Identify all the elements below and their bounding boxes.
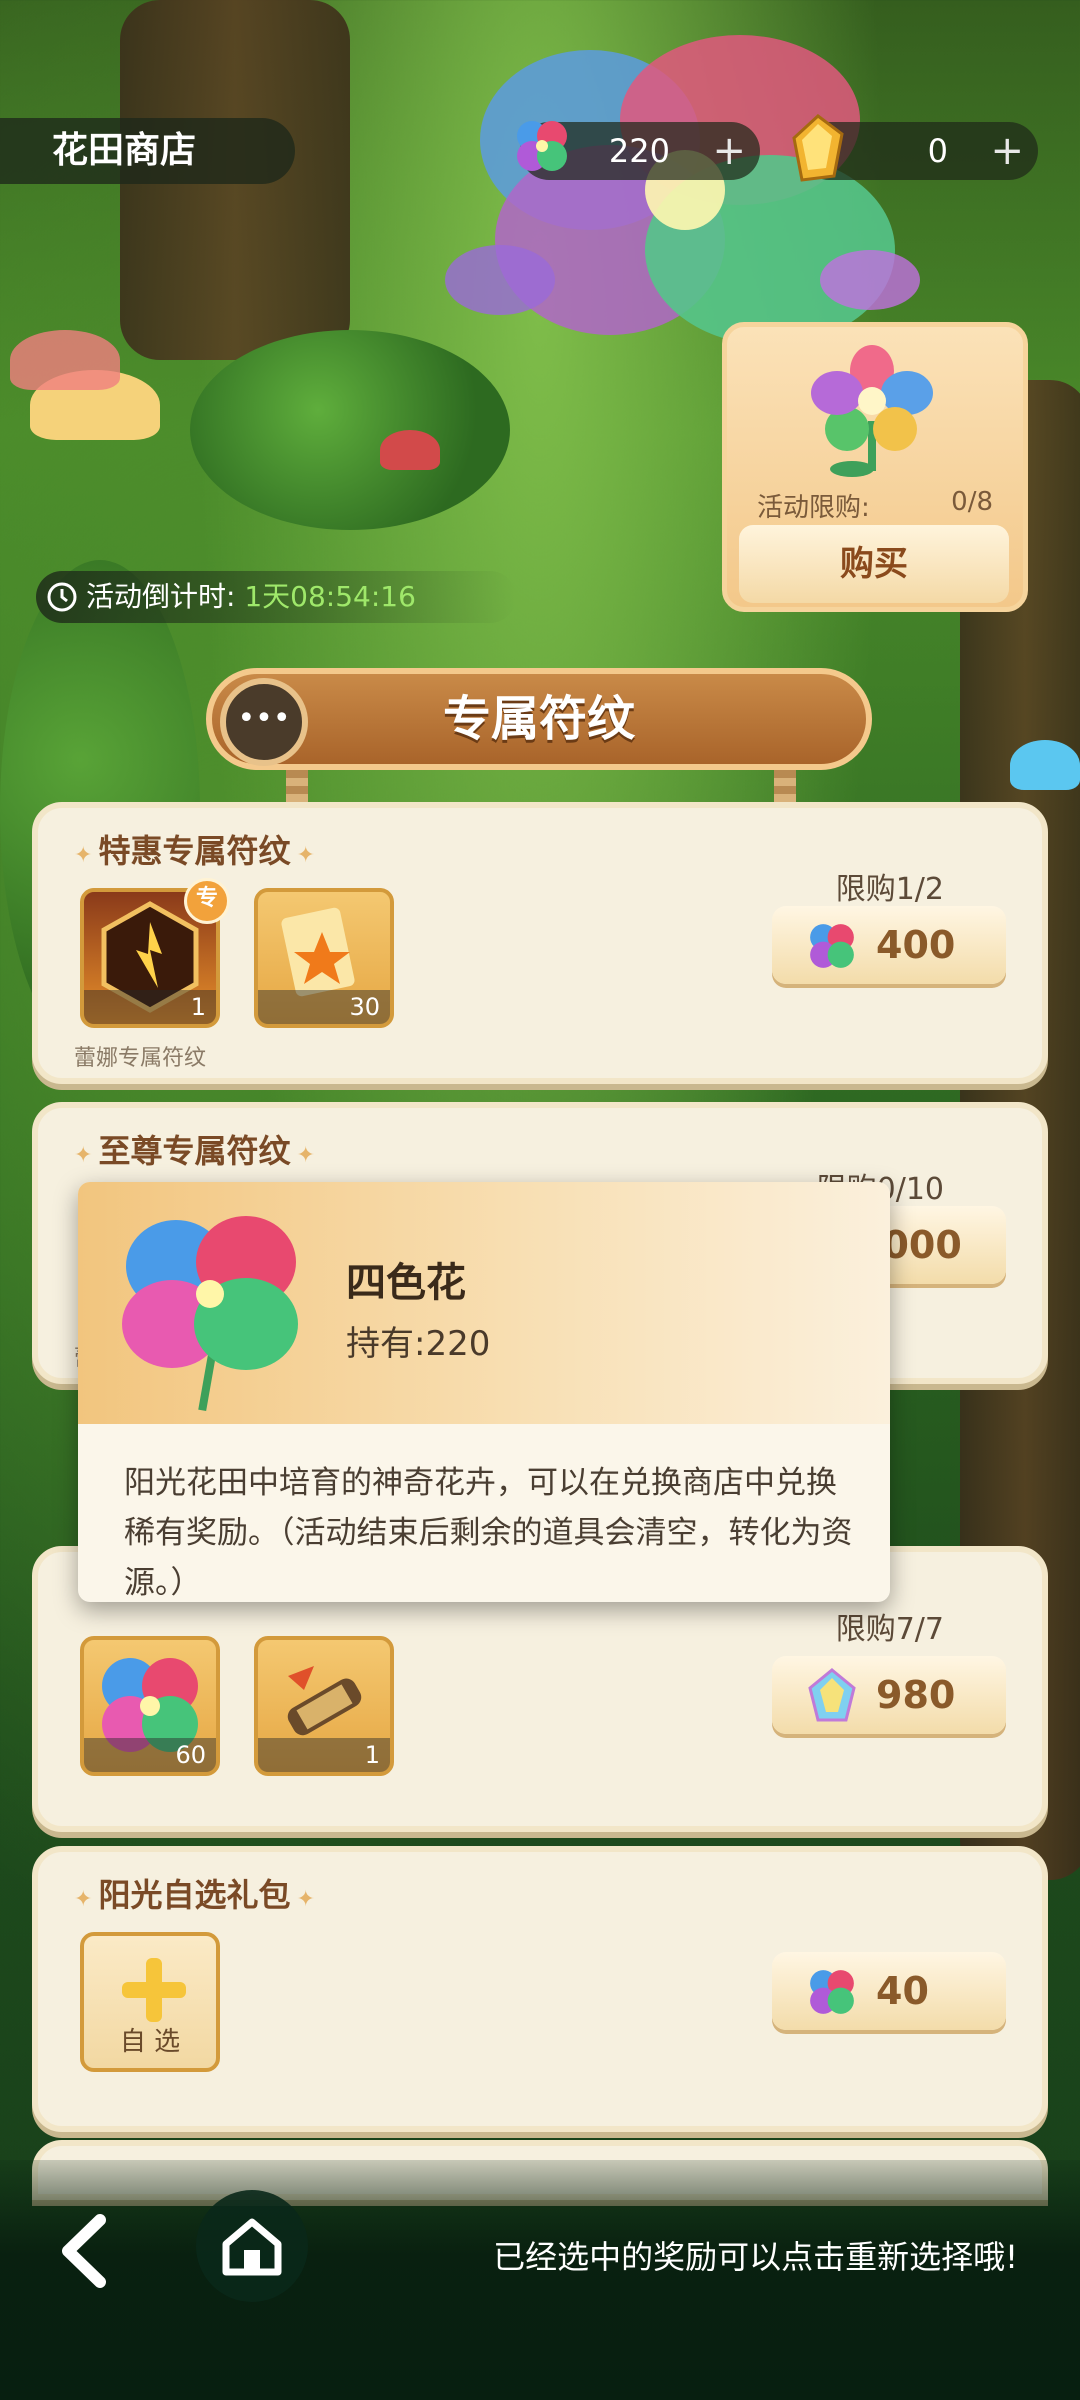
tooltip-item-name: 四色花 [346, 1260, 466, 1306]
plus-icon [122, 1958, 186, 2022]
purchase-limit: 限购1/2 [835, 872, 944, 907]
home-button[interactable] [196, 2190, 308, 2302]
countdown-time: 1天08:54:16 [244, 580, 416, 613]
add-flower-button[interactable]: + [712, 122, 746, 180]
giant-flower-decoration [445, 35, 920, 345]
card-title: 阳光自选礼包 [74, 1870, 315, 1916]
buy-button[interactable]: 购买 [739, 525, 1009, 603]
four-color-flower-icon [810, 924, 854, 968]
mushroom-decoration [380, 430, 440, 470]
tooltip-description: 阳光花田中培育的神奇花卉，可以在兑换商店中兑换稀有奖励。（活动结束后剩余的道具会… [124, 1465, 853, 1601]
card-title: 至尊专属符纹 [74, 1126, 315, 1172]
item-quantity: 1 [84, 990, 216, 1024]
card-title: 特惠专属符纹 [74, 826, 315, 872]
chat-bubble-icon[interactable]: ••• [220, 678, 308, 766]
limited-purchase-card: 活动限购: 0/8 购买 [722, 322, 1028, 612]
gold-crystal-icon [792, 114, 844, 182]
purchase-limit: 限购7/7 [835, 1612, 944, 1647]
home-icon [222, 2218, 282, 2276]
reward-item[interactable]: 1 [254, 1636, 394, 1776]
mushroom-decoration [10, 330, 120, 390]
reward-item[interactable]: 60 [80, 1636, 220, 1776]
reward-item[interactable]: 30 [254, 888, 394, 1028]
tooltip-owned-count: 持有:220 [346, 1324, 491, 1364]
crystal-amount: 0 [927, 132, 948, 170]
limited-purchase-label: 活动限购: [757, 493, 870, 523]
crystal-gem-icon [808, 1668, 856, 1722]
clock-icon [47, 582, 77, 612]
add-crystal-button[interactable]: + [990, 122, 1024, 180]
price-value: 980 [876, 1673, 956, 1717]
item-quantity: 1 [258, 1738, 390, 1772]
item-caption: 蕾娜专属符纹 [74, 1046, 207, 1071]
currency-flower[interactable]: 220 + [517, 121, 760, 180]
bottom-bar [0, 2160, 1080, 2400]
rainbow-flower-icon [811, 345, 933, 477]
select-reward-slot[interactable]: 自 选 [80, 1932, 220, 2072]
shop-card-special-rune: 特惠专属符纹 限购1/2 400 1 专 30 蕾娜专属符纹 [32, 802, 1048, 1084]
countdown-label: 活动倒计时: [86, 580, 236, 613]
shop-card-sunshine-pack: 阳光自选礼包 40 自 选 [32, 1846, 1048, 2132]
four-color-flower-icon [810, 1970, 854, 2014]
price-button[interactable]: 400 [772, 906, 1006, 984]
item-quantity: 60 [84, 1738, 216, 1772]
footer-hint: 已经选中的奖励可以点击重新选择哦! [493, 2238, 1018, 2276]
exclusive-badge: 专 [184, 878, 230, 924]
four-color-flower-icon [517, 121, 567, 171]
limited-purchase-count: 0/8 [951, 487, 993, 517]
event-countdown: 活动倒计时: 1天08:54:16 [36, 571, 516, 623]
select-label: 自 选 [119, 2027, 181, 2057]
bush [190, 330, 510, 530]
price-value: 400 [876, 923, 956, 967]
item-tooltip: 四色花 持有:220 阳光花田中培育的神奇花卉，可以在兑换商店中兑换稀有奖励。（… [78, 1182, 890, 1602]
flower-amount: 220 [608, 132, 670, 170]
currency-crystal[interactable]: 0 + [792, 114, 1038, 182]
shop-title: 花田商店 [0, 118, 295, 184]
price-button[interactable]: 40 [772, 1952, 1006, 2030]
item-quantity: 30 [258, 990, 390, 1024]
mushroom-decoration [1010, 740, 1080, 790]
price-value: 40 [876, 1969, 929, 2013]
four-color-flower-icon [122, 1216, 298, 1412]
back-arrow-icon[interactable] [32, 2196, 142, 2306]
price-button[interactable]: 980 [772, 1656, 1006, 1734]
